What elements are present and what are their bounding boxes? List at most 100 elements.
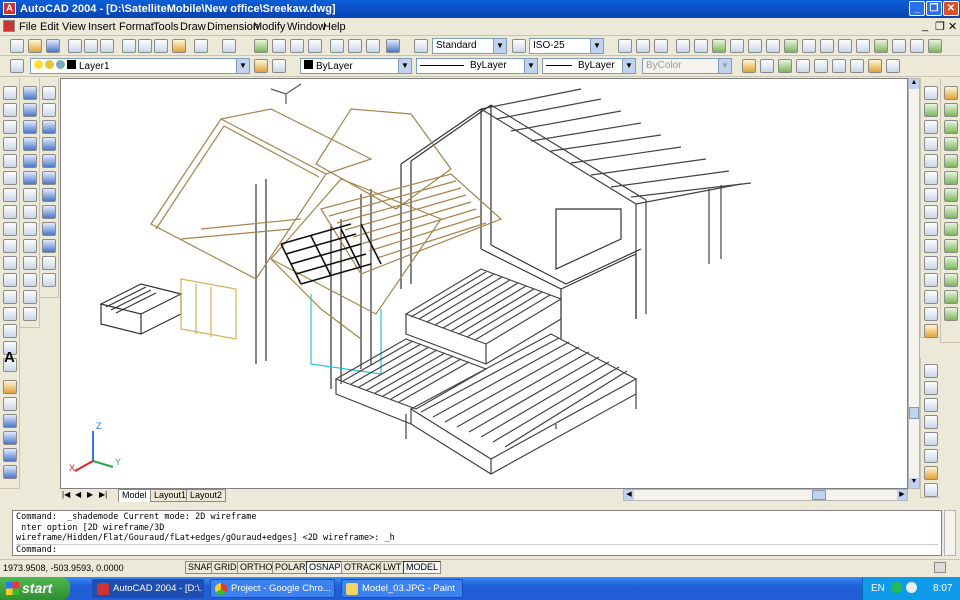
chevron-down-icon[interactable]: ▼ bbox=[524, 59, 537, 73]
landscape-icon[interactable] bbox=[886, 59, 900, 73]
menu-tools[interactable]: Tools bbox=[153, 21, 179, 33]
interference-icon[interactable] bbox=[23, 256, 37, 270]
text-style-icon[interactable] bbox=[414, 39, 428, 53]
scenes-icon[interactable] bbox=[760, 59, 774, 73]
cylinder-icon[interactable] bbox=[3, 448, 17, 462]
solid-cone-icon[interactable] bbox=[23, 137, 37, 151]
tab-model[interactable]: Model bbox=[118, 489, 151, 502]
section-icon[interactable] bbox=[23, 239, 37, 253]
menu-edit[interactable]: Edit bbox=[40, 21, 59, 33]
new-icon[interactable] bbox=[10, 39, 24, 53]
tab-layout2[interactable]: Layout2 bbox=[186, 489, 227, 502]
edit-text-icon[interactable] bbox=[944, 154, 958, 168]
text-style-select[interactable]: Standard ▼ bbox=[432, 38, 507, 54]
lwt-toggle[interactable]: LWT bbox=[380, 561, 405, 574]
quick-dimension-icon[interactable] bbox=[924, 466, 938, 480]
redo-icon[interactable] bbox=[222, 39, 236, 53]
ref-edit-icon[interactable] bbox=[944, 239, 958, 253]
arc-icon[interactable] bbox=[3, 171, 17, 185]
lights-icon[interactable] bbox=[778, 59, 792, 73]
command-scrollbar[interactable] bbox=[944, 510, 956, 556]
make-block-icon[interactable] bbox=[3, 290, 17, 304]
extrude-icon[interactable] bbox=[23, 188, 37, 202]
volume-icon[interactable] bbox=[906, 582, 917, 593]
color-select[interactable]: ByLayer ▼ bbox=[300, 58, 412, 74]
task-autocad[interactable]: AutoCAD 2004 - [D:\... bbox=[92, 579, 204, 598]
task-paint[interactable]: Model_03.JPG - Paint bbox=[341, 579, 463, 598]
linetype-select[interactable]: ByLayer ▼ bbox=[416, 58, 538, 74]
copy-edges-icon[interactable] bbox=[820, 39, 834, 53]
coordinate-display[interactable]: 1973.9508, -503.9593, 0.0000 bbox=[3, 563, 124, 573]
surface-sphere-icon[interactable] bbox=[42, 188, 56, 202]
last-tab-arrow[interactable]: ▶| bbox=[99, 490, 107, 499]
menu-insert[interactable]: Insert bbox=[88, 21, 116, 33]
properties-icon[interactable] bbox=[330, 39, 344, 53]
scroll-thumb[interactable] bbox=[812, 490, 826, 500]
color-faces-icon[interactable] bbox=[802, 39, 816, 53]
dim-style-icon[interactable] bbox=[512, 39, 526, 53]
solid-wedge-icon[interactable] bbox=[23, 154, 37, 168]
separate-icon[interactable] bbox=[892, 39, 906, 53]
solid-torus-icon[interactable] bbox=[23, 171, 37, 185]
chevron-down-icon[interactable]: ▼ bbox=[493, 39, 506, 53]
scale-icon[interactable] bbox=[924, 205, 938, 219]
imprint-icon[interactable] bbox=[856, 39, 870, 53]
extend-icon[interactable] bbox=[924, 256, 938, 270]
break-icon[interactable] bbox=[924, 273, 938, 287]
surface-pyramid-icon[interactable] bbox=[42, 154, 56, 168]
edit-hatch-icon[interactable] bbox=[944, 103, 958, 117]
color-edges-icon[interactable] bbox=[838, 39, 852, 53]
diameter-dimension-icon[interactable] bbox=[924, 432, 938, 446]
revision-cloud-icon[interactable] bbox=[3, 205, 17, 219]
command-input[interactable]: Command: bbox=[16, 543, 938, 556]
doc-minimize-button[interactable]: _ bbox=[922, 20, 928, 32]
2d-solid-icon[interactable] bbox=[42, 86, 56, 100]
layer-manager-icon[interactable] bbox=[10, 59, 24, 73]
ref-close-icon[interactable] bbox=[944, 256, 958, 270]
revolve-icon[interactable] bbox=[23, 205, 37, 219]
surface-cone-icon[interactable] bbox=[42, 171, 56, 185]
aligned-dimension-icon[interactable] bbox=[924, 381, 938, 395]
setup-view-icon[interactable] bbox=[23, 290, 37, 304]
mirror-icon[interactable] bbox=[924, 120, 938, 134]
materials-library-icon[interactable] bbox=[814, 59, 828, 73]
surface-box-icon[interactable] bbox=[42, 120, 56, 134]
ordinate-dimension-icon[interactable] bbox=[924, 398, 938, 412]
menu-view[interactable]: View bbox=[62, 21, 86, 33]
spline-icon[interactable] bbox=[3, 222, 17, 236]
chevron-down-icon[interactable]: ▼ bbox=[398, 59, 411, 73]
menu-dimension[interactable]: Dimension bbox=[207, 21, 259, 33]
autocad-icon[interactable]: A bbox=[3, 2, 16, 15]
check-icon[interactable] bbox=[928, 39, 942, 53]
rotate-faces-icon[interactable] bbox=[748, 39, 762, 53]
undo-icon[interactable] bbox=[194, 39, 208, 53]
ref-save-icon[interactable] bbox=[944, 307, 958, 321]
rotate-icon[interactable] bbox=[924, 188, 938, 202]
design-center-icon[interactable] bbox=[348, 39, 362, 53]
polyline-icon[interactable] bbox=[3, 120, 17, 134]
doc-restore-button[interactable]: ❐ bbox=[935, 20, 945, 33]
view-icon[interactable] bbox=[3, 380, 17, 394]
scroll-right-arrow[interactable]: ▶ bbox=[897, 490, 907, 500]
solid-union-icon[interactable] bbox=[618, 39, 632, 53]
start-button[interactable]: start bbox=[0, 577, 70, 600]
radius-dimension-icon[interactable] bbox=[924, 415, 938, 429]
paste-icon[interactable] bbox=[154, 39, 168, 53]
shell-icon[interactable] bbox=[910, 39, 924, 53]
ref-add-icon[interactable] bbox=[944, 273, 958, 287]
linear-dimension-icon[interactable] bbox=[924, 364, 938, 378]
chevron-down-icon[interactable]: ▼ bbox=[718, 59, 731, 73]
scroll-up-arrow[interactable]: ▲ bbox=[909, 79, 919, 89]
construction-line-icon[interactable] bbox=[3, 103, 17, 117]
zoom-realtime-icon[interactable] bbox=[272, 39, 286, 53]
point-icon[interactable] bbox=[3, 307, 17, 321]
tab-layout1[interactable]: Layout1 bbox=[150, 489, 191, 502]
background-icon[interactable] bbox=[850, 59, 864, 73]
materials-icon[interactable] bbox=[796, 59, 810, 73]
solid-sphere-icon[interactable] bbox=[23, 103, 37, 117]
plot-icon[interactable] bbox=[68, 39, 82, 53]
osnap-toggle[interactable]: OSNAP bbox=[306, 561, 344, 574]
sync-attributes-icon[interactable] bbox=[944, 205, 958, 219]
match-properties-icon[interactable] bbox=[172, 39, 186, 53]
layer-previous-icon[interactable] bbox=[272, 59, 286, 73]
